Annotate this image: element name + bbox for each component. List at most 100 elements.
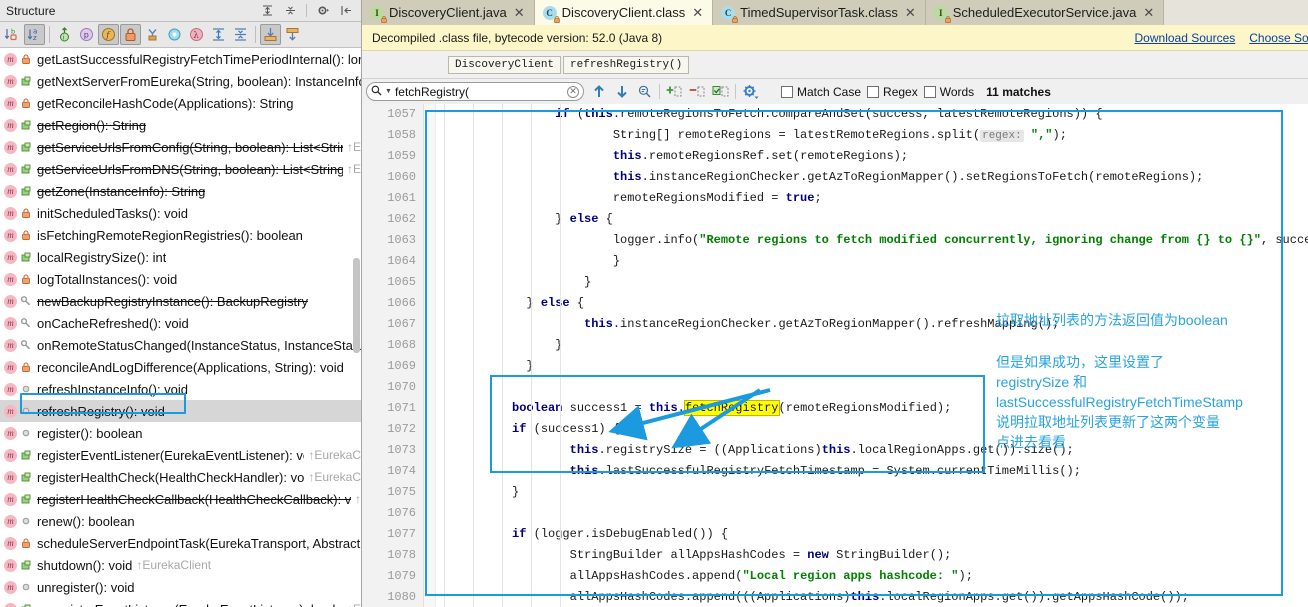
code-line[interactable]: String[] remoteRegions = latestRemoteReg… (436, 125, 1308, 146)
structure-tree[interactable]: m getLastSuccessfulRegistryFetchTimePerio… (0, 48, 361, 607)
find-previous-icon[interactable] (590, 83, 607, 101)
show-properties-icon[interactable]: p (76, 24, 97, 45)
remove-selection-icon[interactable] (689, 83, 706, 101)
add-selection-icon[interactable] (666, 83, 683, 101)
code-line[interactable]: allAppsHashCodes.append("Local region ap… (436, 566, 1308, 587)
search-input-wrapper[interactable]: ▼ ✕ (366, 82, 584, 101)
words-checkbox[interactable]: Words (923, 85, 974, 99)
code-line[interactable]: allAppsHashCodes.append(((Applications)t… (436, 587, 1308, 607)
code-line[interactable]: this.instanceRegionChecker.getAzToRegion… (436, 167, 1308, 188)
line-number: 1069 (387, 359, 416, 373)
gear-icon[interactable] (316, 4, 330, 18)
code-line[interactable]: } (436, 356, 1308, 377)
code-line[interactable]: } else { (436, 209, 1308, 230)
structure-item[interactable]: m getNextServerFromEureka(String, boolean… (0, 70, 361, 92)
code-line[interactable]: if (logger.isDebugEnabled()) { (436, 524, 1308, 545)
chevron-down-icon[interactable]: ▼ (385, 88, 392, 95)
autoscroll-from-source-icon[interactable] (282, 24, 303, 45)
structure-item[interactable]: m getZone(InstanceInfo): String (0, 180, 361, 202)
structure-item[interactable]: m getReconcileHashCode(Applications): Str… (0, 92, 361, 114)
code-line[interactable]: this.remoteRegionsRef.set(remoteRegions)… (436, 146, 1308, 167)
close-icon[interactable]: ✕ (905, 5, 916, 21)
close-icon[interactable]: ✕ (692, 5, 703, 21)
match-case-checkbox[interactable]: Match Case (781, 85, 861, 99)
regex-checkbox[interactable]: Regex (867, 85, 918, 99)
code-line[interactable]: } (436, 272, 1308, 293)
structure-item[interactable]: m onRemoteStatusChanged(InstanceStatus, I… (0, 334, 361, 356)
autoscroll-to-source-icon[interactable] (260, 24, 281, 45)
code-line[interactable]: this.lastSuccessfulRegistryFetchTimestam… (436, 461, 1308, 482)
code-line[interactable]: } (436, 482, 1308, 503)
show-interfaces-icon[interactable] (164, 24, 185, 45)
structure-item[interactable]: m logTotalInstances(): void (0, 268, 361, 290)
structure-item[interactable]: m getRegion(): String (0, 114, 361, 136)
code-editor[interactable]: 1057 1058 1059 1060 1061 1062 1063 1064 1065 1066… (362, 104, 1308, 607)
code-line[interactable]: StringBuilder allAppsHashCodes = new Str… (436, 545, 1308, 566)
clear-search-icon[interactable]: ✕ (567, 85, 579, 98)
code-line[interactable]: logger.info("Remote regions to fetch mod… (436, 230, 1308, 251)
choose-sources-link[interactable]: Choose Sources... (1249, 31, 1308, 45)
editor-tab[interactable]: I DiscoveryClient.java ✕ (362, 0, 535, 25)
structure-item[interactable]: m getServiceUrlsFromDNS(String, boolean):… (0, 158, 361, 180)
collapse-all-icon[interactable] (283, 4, 297, 18)
show-anonymous-classes-icon[interactable] (142, 24, 163, 45)
expand-all-icon[interactable] (260, 4, 274, 18)
visibility-icon (20, 449, 32, 461)
structure-scrollbar[interactable] (352, 0, 361, 607)
file-type-icon: I (933, 5, 951, 23)
show-non-public-icon[interactable] (120, 24, 141, 45)
structure-item[interactable]: m renew(): boolean (0, 510, 361, 532)
show-lambdas-icon[interactable]: λ (186, 24, 207, 45)
structure-item[interactable]: m localRegistrySize(): int (0, 246, 361, 268)
visibility-icon (20, 515, 32, 527)
code-line[interactable] (436, 503, 1308, 524)
sort-alphabetically-icon[interactable]: az (24, 24, 45, 45)
structure-item[interactable]: m refreshRegistry(): void (0, 400, 361, 422)
code-line[interactable]: this.registrySize = ((Applications)this.… (436, 440, 1308, 461)
structure-item[interactable]: m unregisterEventListener(EurekaEventList… (0, 598, 361, 607)
structure-item[interactable]: m registerHealthCheck(HealthCheckHandler)… (0, 466, 361, 488)
find-next-icon[interactable] (613, 83, 630, 101)
structure-item[interactable]: m registerEventListener(EurekaEventListen… (0, 444, 361, 466)
code-line[interactable]: } (436, 251, 1308, 272)
filter-settings-icon[interactable] (742, 83, 759, 101)
structure-item[interactable]: m refreshInstanceInfo(): void (0, 378, 361, 400)
structure-item[interactable]: m onCacheRefreshed(): void (0, 312, 361, 334)
sort-by-visibility-icon[interactable]: b (2, 24, 23, 45)
fold-gutter[interactable] (424, 104, 436, 607)
hide-panel-icon[interactable] (339, 4, 353, 18)
code-line[interactable]: remoteRegionsModified = true; (436, 188, 1308, 209)
structure-item[interactable]: m isFetchingRemoteRegionRegistries(): boo… (0, 224, 361, 246)
structure-item[interactable]: m registerHealthCheckCallback(HealthCheck… (0, 488, 361, 510)
code-content[interactable]: if (this.remoteRegionsToFetch.compareAnd… (436, 104, 1308, 607)
show-fields-icon[interactable]: f (98, 24, 119, 45)
code-line[interactable]: if (this.remoteRegionsToFetch.compareAnd… (436, 104, 1308, 125)
breadcrumb-method[interactable]: refreshRegistry() (563, 55, 690, 74)
editor-area: I DiscoveryClient.java ✕ C DiscoveryClient.c… (362, 0, 1308, 607)
structure-item[interactable]: m unregister(): void (0, 576, 361, 598)
expand-all-icon[interactable] (208, 24, 229, 45)
find-in-selection-icon[interactable] (636, 83, 653, 101)
divider (306, 4, 307, 17)
structure-item[interactable]: m register(): boolean (0, 422, 361, 444)
editor-tab[interactable]: C DiscoveryClient.class ✕ (534, 0, 714, 25)
select-all-occurrences-icon[interactable] (712, 83, 729, 101)
collapse-all-icon[interactable] (230, 24, 251, 45)
structure-item[interactable]: m getLastSuccessfulRegistryFetchTimePerio… (0, 48, 361, 70)
editor-tab[interactable]: I ScheduledExecutorService.java ✕ (925, 0, 1165, 25)
structure-item[interactable]: m scheduleServerEndpointTask(EurekaTransp… (0, 532, 361, 554)
download-sources-link[interactable]: Download Sources (1135, 31, 1236, 45)
structure-item[interactable]: m shutdown(): void ↑EurekaClient (0, 554, 361, 576)
structure-item[interactable]: m reconcileAndLogDifference(Applications,… (0, 356, 361, 378)
code-line[interactable]: } (436, 335, 1308, 356)
divider (735, 84, 736, 99)
search-input[interactable] (394, 84, 564, 99)
structure-item[interactable]: m getServiceUrlsFromConfig(String, boolea… (0, 136, 361, 158)
structure-item[interactable]: m initScheduledTasks(): void (0, 202, 361, 224)
close-icon[interactable]: ✕ (1143, 5, 1154, 21)
close-icon[interactable]: ✕ (514, 5, 525, 21)
show-inherited-icon[interactable]: i (54, 24, 75, 45)
editor-tab[interactable]: C TimedSupervisorTask.class ✕ (713, 0, 926, 25)
breadcrumb-class[interactable]: DiscoveryClient (448, 55, 562, 74)
structure-item[interactable]: m newBackupRegistryInstance(): BackupRegi… (0, 290, 361, 312)
